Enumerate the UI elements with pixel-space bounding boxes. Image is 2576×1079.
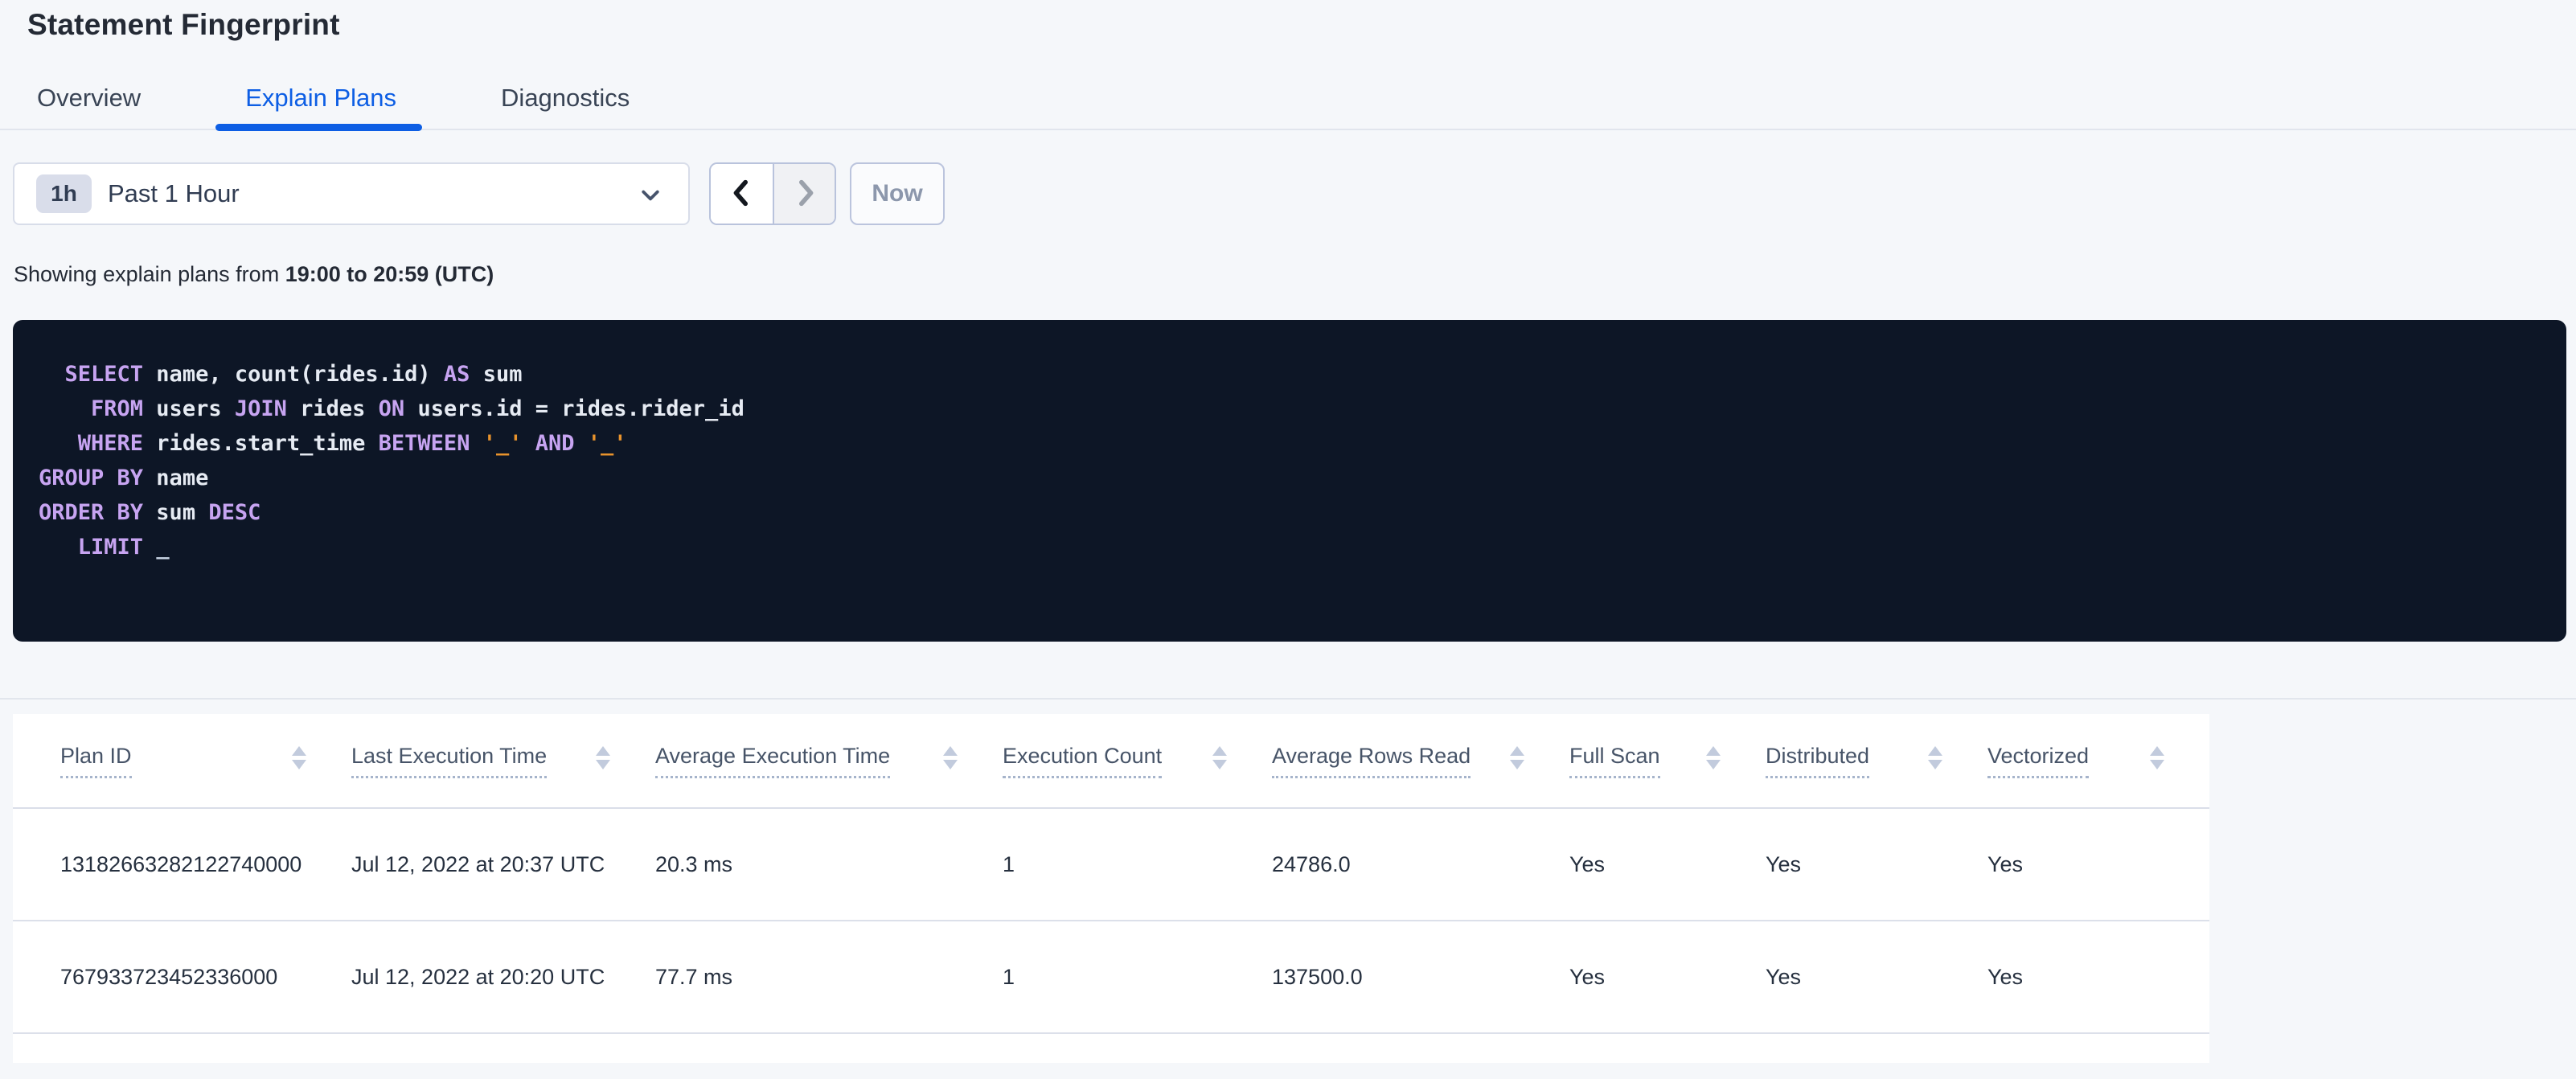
now-button[interactable]: Now <box>850 162 945 225</box>
tab-explain-plans[interactable]: Explain Plans <box>215 70 422 131</box>
sort-icon[interactable] <box>1928 745 1942 769</box>
explain-plans-table: Plan ID Last Execution Time Average Exec… <box>13 714 2209 1034</box>
time-step-button-group <box>709 162 836 225</box>
page-title: Statement Fingerprint <box>27 8 340 41</box>
sql-line: LIMIT _ <box>39 535 170 560</box>
section-divider <box>0 698 2576 700</box>
tab-bar: Overview Explain Plans Diagnostics <box>0 70 2576 131</box>
time-controls: 1h Past 1 Hour Now <box>13 162 945 225</box>
time-range-label: Past 1 Hour <box>108 179 240 207</box>
cell-last-execution-time: Jul 12, 2022 at 20:20 UTC <box>351 921 655 1034</box>
cell-average-execution-time: 77.7 ms <box>655 921 1003 1034</box>
summary-time-range: 19:00 to 20:59 (UTC) <box>285 262 494 286</box>
cell-average-rows-read: 24786.0 <box>1272 808 1569 921</box>
column-header-last-execution-time[interactable]: Last Execution Time <box>351 714 655 809</box>
column-header-average-rows-read[interactable]: Average Rows Read <box>1272 714 1569 809</box>
sql-line: ORDER BY sum DESC <box>39 500 261 525</box>
sql-line: FROM users JOIN rides ON users.id = ride… <box>39 396 744 421</box>
cell-plan-id: 13182663282122740000 <box>13 808 351 921</box>
next-time-button[interactable] <box>773 164 835 224</box>
sort-icon[interactable] <box>2150 745 2164 769</box>
table-row: 767933723452336000 Jul 12, 2022 at 20:20… <box>13 921 2209 1034</box>
cell-plan-id: 767933723452336000 <box>13 921 351 1034</box>
sort-icon[interactable] <box>1212 745 1227 769</box>
cell-execution-count: 1 <box>1003 921 1272 1034</box>
tab-diagnostics[interactable]: Diagnostics <box>501 70 630 129</box>
cell-average-rows-read: 137500.0 <box>1272 921 1569 1034</box>
cell-execution-count: 1 <box>1003 808 1272 921</box>
sql-line: GROUP BY name <box>39 466 209 490</box>
sort-icon[interactable] <box>1706 745 1721 769</box>
table-header-row: Plan ID Last Execution Time Average Exec… <box>13 714 2209 809</box>
cell-distributed: Yes <box>1766 808 1987 921</box>
column-header-distributed[interactable]: Distributed <box>1766 714 1987 809</box>
table-row: 13182663282122740000 Jul 12, 2022 at 20:… <box>13 808 2209 921</box>
time-range-badge: 1h <box>36 174 92 213</box>
column-header-vectorized[interactable]: Vectorized <box>1987 714 2209 809</box>
time-range-dropdown[interactable]: 1h Past 1 Hour <box>13 162 690 225</box>
column-header-full-scan[interactable]: Full Scan <box>1569 714 1766 809</box>
sort-icon[interactable] <box>292 745 306 769</box>
column-header-average-execution-time[interactable]: Average Execution Time <box>655 714 1003 809</box>
previous-time-button[interactable] <box>711 164 773 224</box>
tab-overview[interactable]: Overview <box>37 70 141 129</box>
sql-line: WHERE rides.start_time BETWEEN '_' AND '… <box>39 431 627 456</box>
chevron-down-icon <box>638 183 662 211</box>
cell-distributed: Yes <box>1766 921 1987 1034</box>
sort-icon[interactable] <box>943 745 958 769</box>
cell-average-execution-time: 20.3 ms <box>655 808 1003 921</box>
cell-vectorized: Yes <box>1987 808 2209 921</box>
sql-line: SELECT name, count(rides.id) AS sum <box>39 362 523 387</box>
showing-plans-summary: Showing explain plans from 19:00 to 20:5… <box>14 262 494 287</box>
cell-full-scan: Yes <box>1569 921 1766 1034</box>
cell-last-execution-time: Jul 12, 2022 at 20:37 UTC <box>351 808 655 921</box>
sql-statement-box: SELECT name, count(rides.id) AS sum FROM… <box>13 320 2566 642</box>
cell-vectorized: Yes <box>1987 921 2209 1034</box>
column-header-plan-id[interactable]: Plan ID <box>13 714 351 809</box>
chevron-left-icon <box>726 177 758 211</box>
explain-plans-table-card: Plan ID Last Execution Time Average Exec… <box>13 714 2209 1063</box>
cell-full-scan: Yes <box>1569 808 1766 921</box>
sort-icon[interactable] <box>596 745 610 769</box>
summary-prefix: Showing explain plans from <box>14 262 285 286</box>
column-header-execution-count[interactable]: Execution Count <box>1003 714 1272 809</box>
sort-icon[interactable] <box>1510 745 1524 769</box>
chevron-right-icon <box>789 177 821 211</box>
